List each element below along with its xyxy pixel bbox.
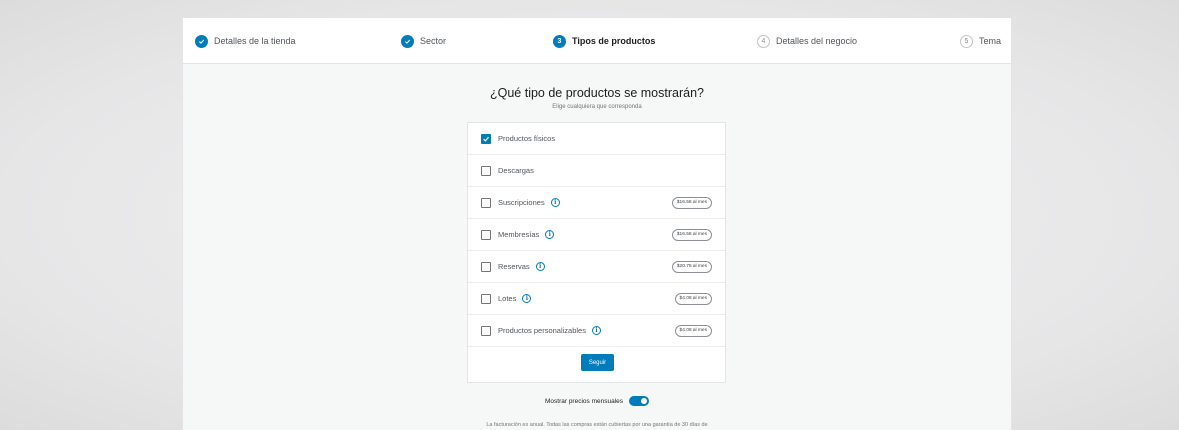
option-customizable-products[interactable]: Productos personalizables i $4.08 al mes bbox=[468, 315, 725, 347]
option-label: Suscripciones bbox=[498, 198, 545, 207]
product-types-card: Productos físicos Descargas Suscripcione… bbox=[467, 122, 726, 383]
info-icon[interactable]: i bbox=[522, 294, 532, 303]
step-label: Detalles de la tienda bbox=[214, 36, 296, 46]
step-number: 3 bbox=[553, 34, 566, 48]
step-label: Sector bbox=[420, 36, 447, 46]
step-number: 5 bbox=[960, 34, 973, 48]
toggle-knob bbox=[641, 398, 648, 404]
step-product-types[interactable]: 3 Tipos de productos bbox=[553, 32, 655, 50]
price-badge: $4.08 al mes bbox=[674, 293, 712, 305]
price-badge: $16.58 al mes bbox=[671, 197, 712, 209]
checkbox[interactable] bbox=[481, 197, 491, 208]
info-icon[interactable]: i bbox=[535, 262, 545, 271]
option-label: Lotes bbox=[498, 294, 517, 303]
check-icon bbox=[401, 34, 414, 48]
option-bookings[interactable]: Reservas i $20.75 al mes bbox=[468, 251, 725, 283]
info-icon[interactable]: i bbox=[550, 198, 560, 207]
toggle-label: Mostrar precios mensuales bbox=[544, 397, 624, 405]
price-badge: $20.75 al mes bbox=[671, 261, 712, 273]
option-label: Reservas bbox=[498, 262, 530, 271]
checkbox[interactable] bbox=[481, 293, 491, 304]
step-business-details[interactable]: 4 Detalles del negocio bbox=[757, 32, 857, 50]
billing-note: La facturación es anual. Todas las compr… bbox=[486, 422, 708, 428]
option-subscriptions[interactable]: Suscripciones i $16.58 al mes bbox=[468, 187, 725, 219]
checkbox[interactable] bbox=[481, 325, 491, 336]
onboarding-panel: Detalles de la tienda Sector 3 Tipos de … bbox=[182, 18, 1012, 430]
monthly-prices-toggle-row: Mostrar precios mensuales bbox=[183, 396, 1011, 406]
step-number: 4 bbox=[757, 34, 770, 48]
step-label: Tema bbox=[979, 36, 1002, 46]
step-label: Detalles del negocio bbox=[776, 36, 858, 46]
continue-button[interactable]: Seguir bbox=[581, 354, 614, 371]
info-icon[interactable]: i bbox=[591, 326, 601, 335]
step-theme[interactable]: 5 Tema bbox=[960, 32, 1001, 50]
step-label: Tipos de productos bbox=[572, 36, 656, 46]
page-subtitle: Elige cualquiera que corresponda bbox=[552, 104, 642, 110]
option-bundles[interactable]: Lotes i $4.08 al mes bbox=[468, 283, 725, 315]
option-label: Descargas bbox=[498, 166, 534, 175]
info-icon[interactable]: i bbox=[545, 230, 555, 239]
checkbox-checked[interactable] bbox=[481, 133, 491, 144]
check-icon bbox=[195, 34, 208, 48]
price-badge: $4.08 al mes bbox=[674, 325, 712, 337]
step-industry[interactable]: Sector bbox=[401, 32, 446, 50]
check-icon bbox=[483, 136, 490, 142]
option-downloads[interactable]: Descargas bbox=[468, 155, 725, 187]
option-physical-products[interactable]: Productos físicos bbox=[468, 123, 725, 155]
option-memberships[interactable]: Membresías i $16.58 al mes bbox=[468, 219, 725, 251]
option-label: Productos personalizables bbox=[498, 326, 586, 335]
option-label: Membresías bbox=[498, 230, 540, 239]
checkbox[interactable] bbox=[481, 165, 491, 176]
monthly-prices-toggle[interactable] bbox=[629, 396, 650, 406]
option-label: Productos físicos bbox=[498, 134, 556, 143]
checkbox[interactable] bbox=[481, 229, 491, 240]
checkbox[interactable] bbox=[481, 261, 491, 272]
page-title: ¿Qué tipo de productos se mostrarán? bbox=[489, 86, 704, 100]
stepper: Detalles de la tienda Sector 3 Tipos de … bbox=[183, 18, 1011, 64]
price-badge: $16.58 al mes bbox=[671, 229, 712, 241]
step-store-details[interactable]: Detalles de la tienda bbox=[195, 32, 296, 50]
